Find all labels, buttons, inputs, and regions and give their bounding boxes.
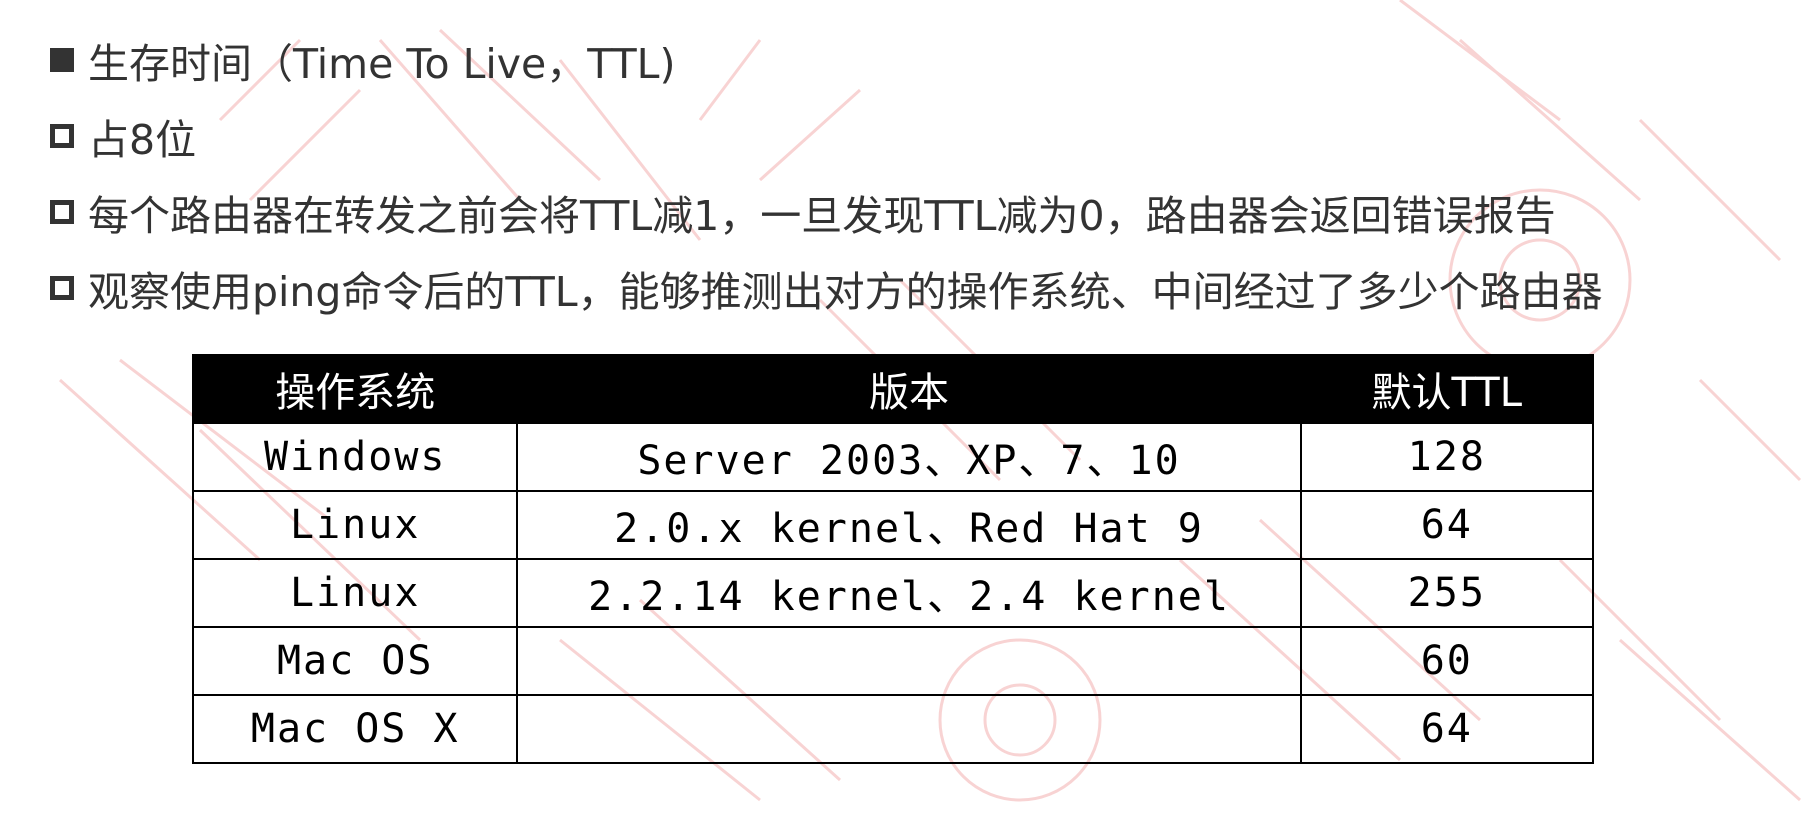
- cell-version: 2.0.x kernel、Red Hat 9: [516, 490, 1302, 560]
- header-os: 操作系统: [191, 354, 519, 424]
- table-row: Linux 2.2.14 kernel、2.4 kernel 255: [191, 558, 1595, 628]
- bullet-ttl-decrement: 每个路由器在转发之前会将TTL减1，一旦发现TTL减为0，路由器会返回错误报告: [50, 174, 1603, 250]
- table-row: Linux 2.0.x kernel、Red Hat 9 64: [191, 490, 1595, 560]
- cell-ttl: 128: [1299, 422, 1595, 492]
- cell-os: Mac OS: [191, 626, 519, 696]
- table-header-row: 操作系统 版本 默认TTL: [191, 354, 1595, 424]
- bullet-list: 生存时间（Time To Live，TTL) 占8位 每个路由器在转发之前会将T…: [50, 22, 1603, 326]
- bullet-ttl-ping: 观察使用ping命令后的TTL，能够推测出对方的操作系统、中间经过了多少个路由器: [50, 250, 1603, 326]
- cell-ttl: 255: [1299, 558, 1595, 628]
- cell-version: 2.2.14 kernel、2.4 kernel: [516, 558, 1302, 628]
- table-row: Mac OS X 64: [191, 694, 1595, 764]
- cell-ttl: 64: [1299, 694, 1595, 764]
- cell-os: Linux: [191, 490, 519, 560]
- cell-ttl: 64: [1299, 490, 1595, 560]
- header-version: 版本: [516, 354, 1302, 424]
- bullet-text: 观察使用ping命令后的TTL，能够推测出对方的操作系统、中间经过了多少个路由器: [88, 268, 1603, 316]
- table-row: Windows Server 2003、XP、7、10 128: [191, 422, 1595, 492]
- cell-version: [516, 694, 1302, 764]
- bullet-ttl-size: 占8位: [50, 98, 1603, 174]
- bullet-ttl-title: 生存时间（Time To Live，TTL): [50, 22, 1603, 98]
- filled-square-icon: [50, 48, 74, 72]
- cell-ttl: 60: [1299, 626, 1595, 696]
- hollow-square-icon: [50, 124, 74, 148]
- hollow-square-icon: [50, 200, 74, 224]
- cell-os: Linux: [191, 558, 519, 628]
- bullet-text: 生存时间（Time To Live，TTL): [88, 40, 676, 88]
- default-ttl-table: 操作系统 版本 默认TTL Windows Server 2003、XP、7、1…: [191, 354, 1595, 764]
- bullet-text: 占8位: [88, 116, 197, 164]
- cell-os: Windows: [191, 422, 519, 492]
- cell-version: [516, 626, 1302, 696]
- table-row: Mac OS 60: [191, 626, 1595, 696]
- bullet-text: 每个路由器在转发之前会将TTL减1，一旦发现TTL减为0，路由器会返回错误报告: [88, 192, 1556, 240]
- hollow-square-icon: [50, 276, 74, 300]
- header-default-ttl: 默认TTL: [1299, 354, 1595, 424]
- cell-os: Mac OS X: [191, 694, 519, 764]
- cell-version: Server 2003、XP、7、10: [516, 422, 1302, 492]
